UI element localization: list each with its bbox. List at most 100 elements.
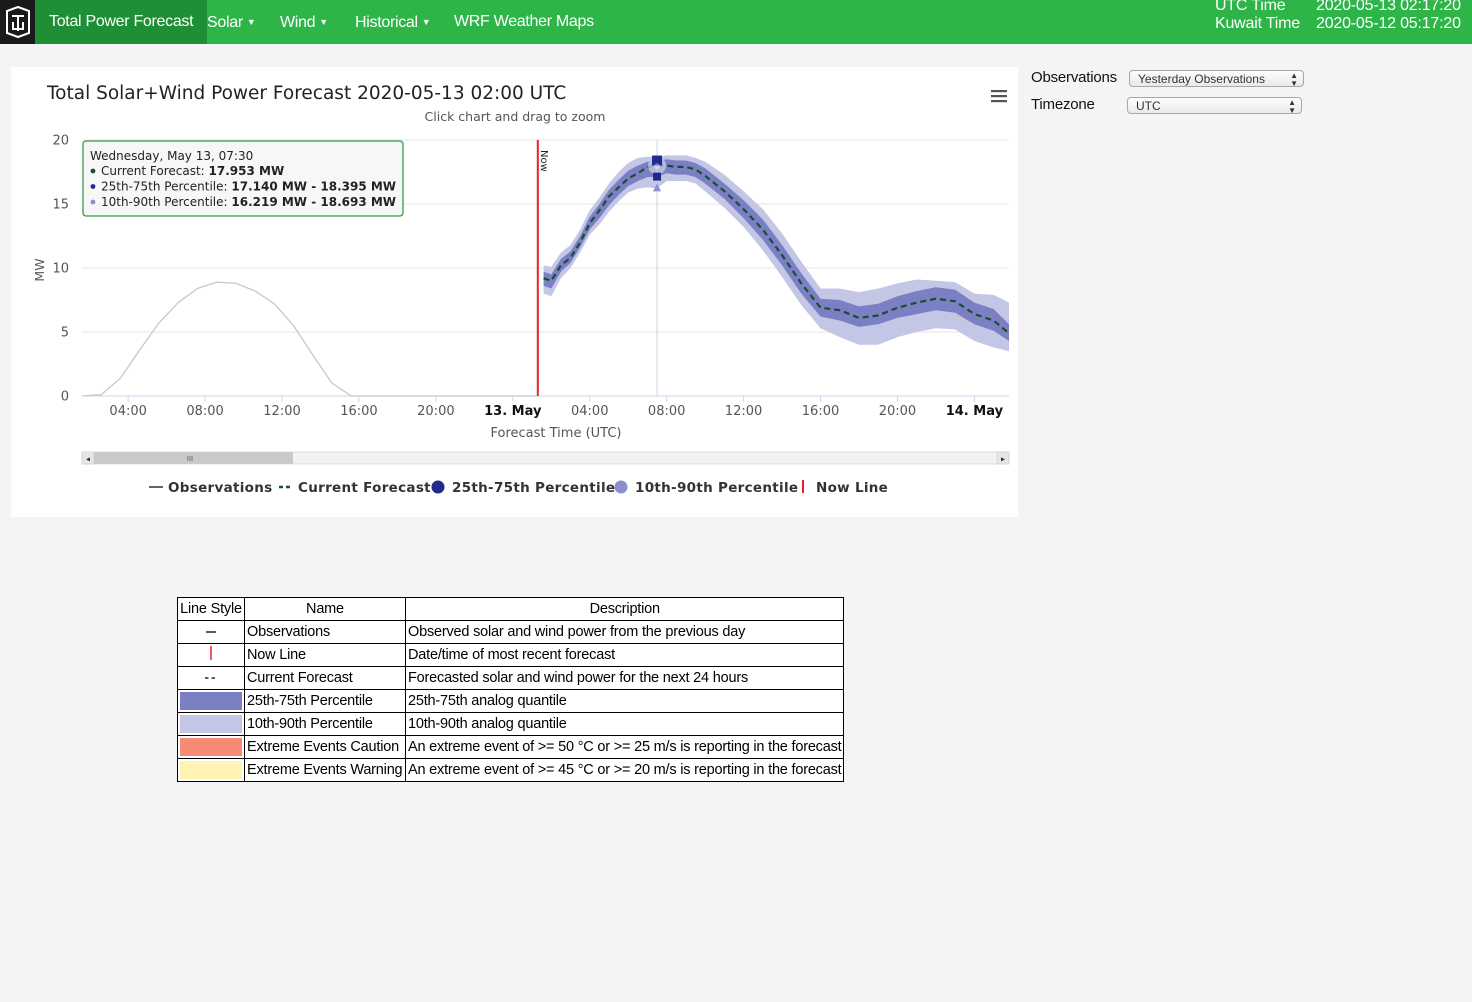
- hover-point: [654, 163, 661, 170]
- nav-historical-dropdown[interactable]: Historical ▼: [355, 0, 431, 44]
- table-row: Observations Observed solar and wind pow…: [177, 620, 845, 644]
- line-style-dashed-icon: [177, 666, 245, 690]
- now-line-label: Now: [538, 150, 549, 172]
- swatch-cell: [177, 712, 245, 736]
- table-row: 10th-90th Percentile 10th-90th analog qu…: [177, 712, 845, 736]
- legend-item-label: Current Forecast: [298, 480, 431, 496]
- table-row: 25th-75th Percentile 25th-75th analog qu…: [177, 689, 845, 713]
- hover-marker-low: [653, 172, 662, 181]
- legend-item-label: Observations: [168, 480, 273, 496]
- x-tick-label: 04:00: [109, 404, 146, 419]
- x-tick-label: 08:00: [648, 404, 685, 419]
- navbar: Total Power Forecast Solar ▼ Wind ▼ Histor…: [0, 0, 1472, 44]
- chart-panel[interactable]: Total Solar+Wind Power Forecast 2020-05-…: [11, 67, 1018, 517]
- utc-time-value: 2020-05-13 02:17:20: [1316, 0, 1461, 14]
- row-name: Now Line: [244, 643, 406, 667]
- timezone-label: Timezone: [1031, 96, 1095, 113]
- x-tick-label: 04:00: [571, 404, 608, 419]
- row-description: An extreme event of >= 45 °C or >= 20 m/…: [404, 758, 845, 782]
- chart-title: Total Solar+Wind Power Forecast 2020-05-…: [46, 83, 566, 104]
- x-tick-label: 14. May: [946, 404, 1004, 419]
- kuwait-time-label: Kuwait Time: [1215, 15, 1300, 32]
- legend-dot-symbol: [614, 480, 628, 494]
- row-name: Observations: [244, 620, 406, 644]
- legend-item-label: Now Line: [816, 480, 888, 496]
- chart-scrollbar[interactable]: ◂ III ▸: [81, 451, 1010, 465]
- table-row: Extreme Events Caution An extreme event …: [177, 735, 845, 759]
- select-arrows-icon: ▲ ▼: [1290, 71, 1298, 88]
- row-description: 10th-90th analog quantile: [404, 712, 845, 736]
- y-tick-label: 10: [52, 262, 69, 277]
- tooltip-dot: [90, 168, 96, 174]
- row-description: Date/time of most recent forecast: [404, 643, 845, 667]
- observations-label: Observations: [1031, 69, 1117, 86]
- row-description: Forecasted solar and wind power for the …: [404, 666, 845, 690]
- timezone-select[interactable]: UTC ▲ ▼: [1127, 97, 1302, 115]
- x-tick-label: 20:00: [879, 404, 916, 419]
- color-swatch: [180, 692, 242, 710]
- hamburger-menu-icon[interactable]: [991, 90, 1007, 103]
- nav-solar-dropdown[interactable]: Solar ▼: [207, 0, 256, 44]
- row-description: Observed solar and wind power from the p…: [404, 620, 845, 644]
- forecast-chart[interactable]: Total Solar+Wind Power Forecast 2020-05-…: [11, 67, 1018, 517]
- row-name: Extreme Events Warning: [244, 758, 406, 782]
- kuwait-time-value: 2020-05-12 05:17:20: [1316, 15, 1461, 32]
- table-row: Extreme Events Warning An extreme event …: [177, 758, 845, 782]
- y-tick-label: 5: [61, 326, 69, 341]
- nav-wrf-weather-maps[interactable]: WRF Weather Maps: [454, 0, 594, 44]
- grip-icon[interactable]: III: [187, 455, 193, 463]
- observations-select[interactable]: Yesterday Observations ▲ ▼: [1129, 70, 1304, 88]
- row-name: Current Forecast: [244, 666, 406, 690]
- caret-down-icon: ▼: [246, 17, 256, 27]
- tooltip-row: Current Forecast: 17.953 MW: [101, 164, 284, 178]
- y-tick-label: 20: [52, 134, 69, 149]
- swatch-cell: [177, 735, 245, 759]
- y-axis-title: MW: [32, 258, 47, 281]
- color-swatch: [180, 715, 242, 733]
- select-arrows-icon: ▲ ▼: [1288, 98, 1296, 115]
- chart-subtitle: Click chart and drag to zoom: [425, 109, 606, 124]
- logo-icon[interactable]: [0, 0, 35, 44]
- table-row: Now Line Date/time of most recent foreca…: [177, 643, 845, 667]
- legend-item-label: 10th-90th Percentile: [635, 480, 798, 496]
- utc-time-label: UTC Time: [1215, 0, 1286, 14]
- swatch-cell: [177, 689, 245, 713]
- row-description: An extreme event of >= 50 °C or >= 25 m/…: [404, 735, 845, 759]
- x-tick-label: 08:00: [186, 404, 223, 419]
- nav-total-power-forecast[interactable]: Total Power Forecast: [35, 0, 208, 44]
- caret-down-icon: ▼: [421, 17, 431, 27]
- line-style-red-vertical-icon: [177, 643, 245, 667]
- table-header-row: Line Style Name Description: [177, 597, 845, 621]
- tooltip-row: 25th-75th Percentile: 17.140 MW - 18.395…: [101, 180, 396, 194]
- svg-text:▸: ▸: [1001, 455, 1005, 464]
- x-tick-label: 13. May: [484, 404, 542, 419]
- tooltip-dot: [90, 199, 96, 205]
- legend-dot-symbol: [431, 480, 445, 494]
- tooltip-header: Wednesday, May 13, 07:30: [90, 149, 253, 163]
- line-style-solid-icon: [177, 620, 245, 644]
- header-description: Description: [404, 597, 845, 621]
- swatch-cell: [177, 758, 245, 782]
- chart-tooltip: Wednesday, May 13, 07:30Current Forecast…: [82, 140, 404, 217]
- x-tick-label: 16:00: [802, 404, 839, 419]
- x-axis-title: Forecast Time (UTC): [490, 426, 621, 441]
- y-tick-label: 0: [61, 390, 69, 405]
- x-tick-label: 20:00: [417, 404, 454, 419]
- tooltip-dot: [90, 184, 96, 189]
- row-name: 25th-75th Percentile: [244, 689, 406, 713]
- header-name: Name: [244, 597, 406, 621]
- row-description: 25th-75th analog quantile: [404, 689, 845, 713]
- legend-item-label: 25th-75th Percentile: [452, 480, 615, 496]
- header-line-style: Line Style: [177, 597, 245, 621]
- nav-wind-dropdown[interactable]: Wind ▼: [280, 0, 328, 44]
- y-tick-label: 15: [52, 198, 69, 213]
- table-row: Current Forecast Forecasted solar and wi…: [177, 666, 845, 690]
- x-tick-label: 12:00: [263, 404, 300, 419]
- row-name: Extreme Events Caution: [244, 735, 406, 759]
- svg-text:◂: ◂: [86, 455, 90, 464]
- legend-table: Line Style Name Description Observations…: [177, 597, 845, 782]
- color-swatch: [180, 738, 242, 756]
- observations-line: [81, 281, 538, 397]
- x-tick-label: 16:00: [340, 404, 377, 419]
- chart-legend: Observations Current Forecast 25th-75th Pe…: [149, 480, 888, 496]
